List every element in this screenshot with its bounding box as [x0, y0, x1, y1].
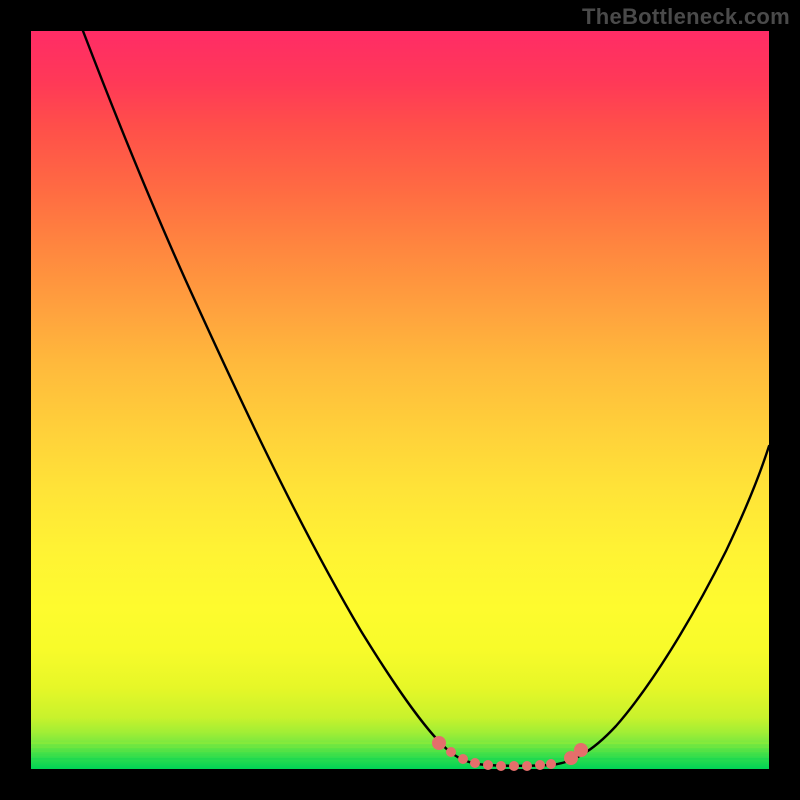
marker-dot — [446, 747, 456, 757]
watermark-text: TheBottleneck.com — [582, 4, 790, 30]
marker-dot — [574, 743, 588, 757]
chart-frame: TheBottleneck.com — [0, 0, 800, 800]
marker-dot — [496, 761, 506, 771]
marker-dot — [509, 761, 519, 771]
marker-layer — [31, 31, 769, 769]
marker-dot — [522, 761, 532, 771]
marker-dot — [546, 759, 556, 769]
plot-area — [31, 31, 769, 769]
marker-dot — [432, 736, 446, 750]
marker-dot — [470, 758, 480, 768]
marker-dot — [535, 760, 545, 770]
marker-dot — [483, 760, 493, 770]
marker-dot — [458, 754, 468, 764]
